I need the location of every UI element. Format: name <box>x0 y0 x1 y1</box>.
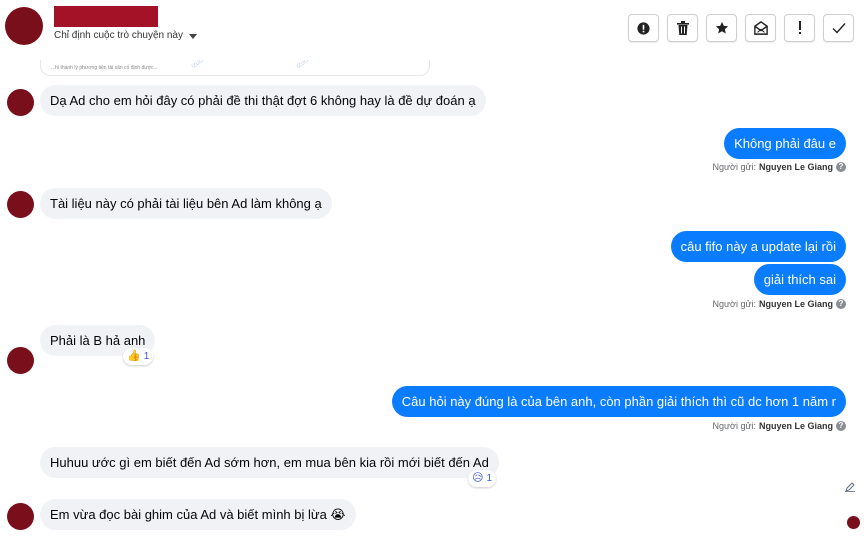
outgoing-message[interactable]: câu fifo này a update lại rồi <box>670 231 846 262</box>
sender-avatar[interactable] <box>7 191 34 218</box>
preview-watermark: izuo <box>295 60 310 71</box>
contact-name-redacted <box>54 6 158 27</box>
preview-text: ...hi thanh lý phương tiện tài sản cố đị… <box>51 65 158 71</box>
conversation-header: Chỉ định cuộc trò chuyện này <box>0 0 868 58</box>
image-attachment-preview[interactable]: ...hi thanh lý phương tiện tài sản cố đị… <box>40 60 430 76</box>
preview-watermark: izuo <box>190 60 205 71</box>
caret-down-icon <box>188 33 197 39</box>
pencil-icon[interactable] <box>845 482 855 492</box>
info-icon[interactable]: ? <box>836 162 846 172</box>
sender-prefix: Người gửi: <box>712 421 756 431</box>
reaction-count: 1 <box>486 473 493 484</box>
sad-face-icon: 😥 <box>472 472 484 484</box>
exclamation-icon <box>798 21 801 34</box>
incoming-message[interactable]: Em vừa đọc bài ghim của Ad và biết mình … <box>40 499 356 530</box>
conversation-toolbar <box>628 14 854 42</box>
assign-conversation-dropdown[interactable]: Chỉ định cuộc trò chuyện này <box>54 30 197 41</box>
report-button[interactable] <box>628 14 659 42</box>
sender-info: Người gửi: Nguyen Le Giang ? <box>713 421 846 431</box>
sender-prefix: Người gửi: <box>712 162 756 172</box>
seen-avatar <box>847 516 860 529</box>
alert-circle-icon <box>637 21 650 35</box>
sender-avatar[interactable] <box>7 89 34 116</box>
sender-prefix: Người gửi: <box>712 299 756 309</box>
sender-name[interactable]: Nguyen Le Giang <box>759 299 833 309</box>
star-button[interactable] <box>706 14 737 42</box>
sender-name[interactable]: Nguyen Le Giang <box>759 162 833 172</box>
sender-info: Người gửi: Nguyen Le Giang ? <box>713 162 846 172</box>
message-reaction[interactable]: 👍 1 <box>123 348 154 365</box>
outgoing-message[interactable]: Câu hỏi này đúng là của bên anh, còn phầ… <box>391 386 846 417</box>
delete-button[interactable] <box>667 14 698 42</box>
message-reaction[interactable]: 😥 1 <box>468 470 497 487</box>
incoming-message[interactable]: Huhuu ước gì em biết đến Ad sớm hơn, em … <box>40 447 499 478</box>
check-icon <box>832 23 846 34</box>
done-button[interactable] <box>823 14 854 42</box>
reaction-count: 1 <box>143 351 150 362</box>
sender-info: Người gửi: Nguyen Le Giang ? <box>713 299 846 309</box>
star-icon <box>715 21 728 34</box>
trash-icon <box>676 21 689 35</box>
outgoing-message[interactable]: Không phải đâu e <box>724 128 846 159</box>
contact-avatar[interactable] <box>5 7 43 45</box>
incoming-message[interactable]: Dạ Ad cho em hỏi đây có phải đề thi thật… <box>40 85 486 116</box>
incoming-message[interactable]: Tài liệu này có phải tài liệu bên Ad làm… <box>40 188 332 219</box>
important-button[interactable] <box>784 14 815 42</box>
sender-avatar[interactable] <box>7 347 34 374</box>
sender-name[interactable]: Nguyen Le Giang <box>759 421 833 431</box>
sender-avatar[interactable] <box>7 503 34 530</box>
archive-mail-icon <box>753 21 768 35</box>
info-icon[interactable]: ? <box>836 421 846 431</box>
assign-label: Chỉ định cuộc trò chuyện này <box>54 30 183 41</box>
outgoing-message[interactable]: giải thích sai <box>753 264 846 295</box>
info-icon[interactable]: ? <box>836 299 846 309</box>
archive-button[interactable] <box>745 14 776 42</box>
thumbs-up-icon: 👍 <box>127 350 141 362</box>
